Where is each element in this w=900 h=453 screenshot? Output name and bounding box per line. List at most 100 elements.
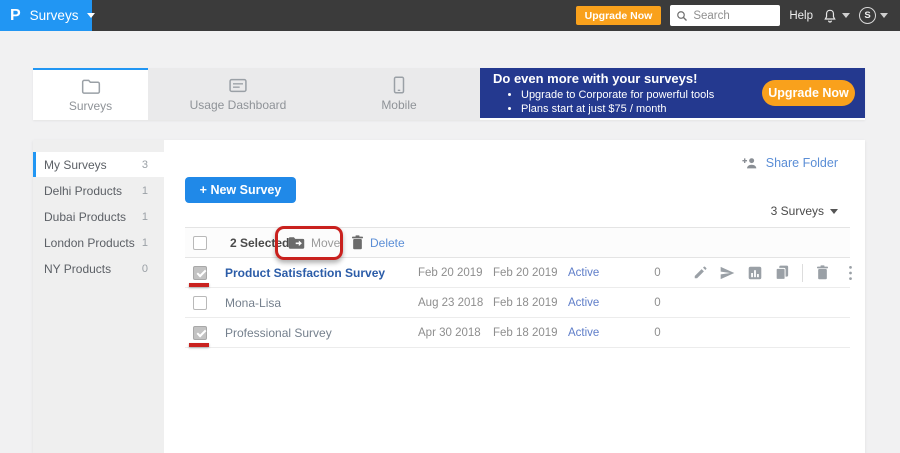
sidebar-item-ny-products[interactable]: NY Products 0	[33, 256, 164, 281]
folder-label: NY Products	[44, 262, 111, 276]
row-actions	[675, 264, 853, 282]
share-folder-button[interactable]: Share Folder	[742, 156, 838, 170]
mobile-icon	[393, 76, 405, 94]
folders-sidebar: My Surveys 3 Delhi Products 1 Dubai Prod…	[33, 140, 164, 453]
share-folder-label: Share Folder	[766, 156, 838, 170]
created-date: Aug 23 2018	[418, 297, 493, 309]
select-all-checkbox[interactable]	[193, 236, 207, 250]
tab-strip: Surveys Usage Dashboard Mobile Do even m…	[33, 68, 865, 120]
folder-count: 1	[142, 185, 148, 197]
delete-button[interactable]: Delete	[351, 228, 405, 257]
promo-title: Do even more with your surveys!	[493, 71, 714, 86]
tab-filler	[470, 68, 480, 120]
survey-title-link[interactable]: Professional Survey	[225, 326, 418, 340]
row-checkbox[interactable]	[193, 296, 207, 310]
chevron-down-icon	[842, 13, 850, 18]
topbar: P Surveys Upgrade Now Help S	[0, 0, 900, 31]
surveys-count-dropdown[interactable]: 3 Surveys	[771, 204, 838, 218]
folder-icon	[81, 78, 101, 95]
app-screen: P Surveys Upgrade Now Help S	[0, 0, 900, 453]
status-link[interactable]: Active	[568, 327, 640, 339]
search-box[interactable]	[670, 5, 780, 26]
created-date: Feb 20 2019	[418, 267, 493, 279]
promo-text: Do even more with your surveys! Upgrade …	[493, 71, 714, 116]
tab-usage-dashboard[interactable]: Usage Dashboard	[148, 68, 328, 120]
folder-move-icon	[288, 236, 305, 250]
survey-title-link[interactable]: Mona-Lisa	[225, 296, 418, 310]
more-options-icon[interactable]	[848, 265, 853, 281]
folder-count: 0	[142, 263, 148, 275]
edit-icon[interactable]	[693, 266, 707, 280]
responses-count: 0	[640, 267, 675, 279]
folder-label: Dubai Products	[44, 210, 126, 224]
status-link[interactable]: Active	[568, 267, 640, 279]
promo-bullet: Upgrade to Corporate for powerful tools	[521, 88, 714, 102]
table-toolbar: 2 Selected Move Delete	[185, 227, 850, 258]
modified-date: Feb 18 2019	[493, 297, 568, 309]
move-label: Move	[311, 236, 340, 250]
avatar: S	[859, 7, 876, 24]
trash-icon[interactable]	[816, 265, 829, 280]
folder-count: 1	[142, 237, 148, 249]
content-card: My Surveys 3 Delhi Products 1 Dubai Prod…	[33, 140, 865, 453]
folder-label: London Products	[44, 236, 135, 250]
notifications-button[interactable]	[822, 8, 850, 24]
help-link[interactable]: Help	[789, 10, 813, 22]
table-row-product-satisfaction-survey: Product Satisfaction Survey Feb 20 2019 …	[185, 258, 850, 288]
row-checkbox-cell	[185, 258, 225, 287]
banner-upgrade-now-button[interactable]: Upgrade Now	[762, 80, 855, 106]
annotation-checkbox-mark	[189, 343, 209, 347]
surveys-table: 2 Selected Move Delete	[185, 227, 850, 348]
sidebar-item-delhi-products[interactable]: Delhi Products 1	[33, 178, 164, 203]
table-row-professional-survey: Professional Survey Apr 30 2018 Feb 18 2…	[185, 318, 850, 348]
row-checkbox[interactable]	[193, 326, 207, 340]
dashboard-icon	[228, 77, 248, 94]
delete-label: Delete	[370, 236, 405, 250]
search-input[interactable]	[693, 10, 774, 22]
tab-label: Usage Dashboard	[190, 98, 287, 112]
new-survey-button[interactable]: + New Survey	[185, 177, 296, 203]
folder-count: 1	[142, 211, 148, 223]
send-icon[interactable]	[720, 266, 735, 280]
account-menu[interactable]: S	[859, 7, 888, 24]
person-add-icon	[742, 156, 759, 170]
tab-surveys[interactable]: Surveys	[33, 68, 148, 120]
folder-label: Delhi Products	[44, 184, 122, 198]
table-row-mona-lisa: Mona-Lisa Aug 23 2018 Feb 18 2019 Active…	[185, 288, 850, 318]
tab-mobile[interactable]: Mobile	[328, 68, 470, 120]
tab-label: Mobile	[381, 98, 416, 112]
row-checkbox-cell	[185, 318, 225, 347]
move-button[interactable]: Move	[288, 228, 340, 257]
trash-icon	[351, 235, 364, 250]
search-icon	[676, 10, 688, 22]
sidebar-item-my-surveys[interactable]: My Surveys 3	[33, 152, 164, 177]
status-link[interactable]: Active	[568, 297, 640, 309]
sidebar-item-london-products[interactable]: London Products 1	[33, 230, 164, 255]
modified-date: Feb 20 2019	[493, 267, 568, 279]
tab-label: Surveys	[69, 99, 112, 113]
reports-icon[interactable]	[748, 266, 762, 280]
bell-icon	[822, 8, 838, 24]
row-checkbox[interactable]	[193, 266, 207, 280]
divider	[802, 264, 803, 282]
folder-count: 3	[142, 159, 148, 171]
promo-bullet: Plans start at just $75 / month	[521, 102, 714, 116]
product-switcher[interactable]: P Surveys	[0, 0, 92, 31]
sidebar-item-dubai-products[interactable]: Dubai Products 1	[33, 204, 164, 229]
responses-count: 0	[640, 297, 675, 309]
row-checkbox-cell	[185, 288, 225, 317]
responses-count: 0	[640, 327, 675, 339]
survey-title-link[interactable]: Product Satisfaction Survey	[225, 266, 418, 280]
proprofs-logo: P	[10, 8, 21, 24]
folder-label: My Surveys	[44, 158, 107, 172]
copy-icon[interactable]	[775, 265, 789, 280]
product-menu-label: Surveys	[30, 8, 79, 23]
surveys-count-label: 3 Surveys	[771, 204, 824, 218]
upgrade-now-button[interactable]: Upgrade Now	[576, 6, 662, 25]
chevron-down-icon	[830, 209, 838, 214]
chevron-down-icon	[880, 13, 888, 18]
topbar-right: Upgrade Now Help S	[576, 5, 900, 26]
chevron-down-icon	[87, 13, 95, 18]
annotation-checkbox-mark	[189, 283, 209, 287]
promo-banner: Do even more with your surveys! Upgrade …	[480, 68, 865, 118]
